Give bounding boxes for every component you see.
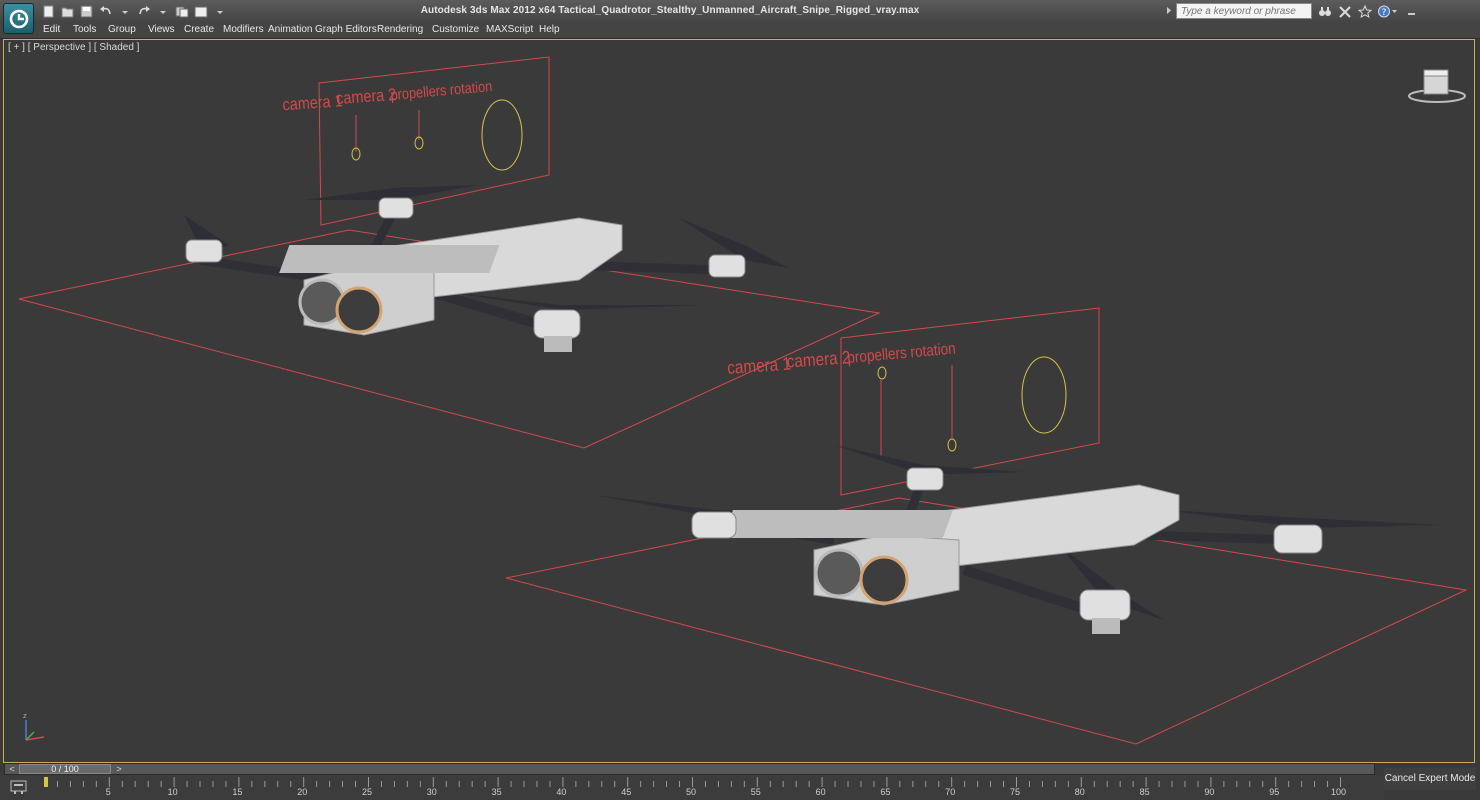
svg-text:?: ? <box>1382 8 1387 18</box>
ruler-tick-label: 100 <box>1331 787 1347 797</box>
viewcube-icon[interactable] <box>1408 69 1466 103</box>
menu-bar: Edit Tools Group Views Create Modifiers … <box>0 22 1480 39</box>
perspective-viewport[interactable]: [ + ] [ Perspective ] [ Shaded ] camera … <box>3 39 1475 763</box>
app-logo-icon[interactable] <box>3 3 34 34</box>
ruler-tick-label: 80 <box>1074 787 1085 797</box>
ruler-tick-label: 35 <box>491 787 502 797</box>
favorites-icon[interactable] <box>1356 3 1373 19</box>
menu-edit[interactable]: Edit <box>43 24 60 35</box>
panel-b-camera1-label: camera 1 <box>727 353 792 378</box>
time-slider-thumb[interactable]: 0 / 100 <box>19 764 111 774</box>
panel-b-propellers-label: propellers rotation <box>847 341 957 368</box>
infocenter-toolbar: ? <box>1316 3 1420 19</box>
menu-tools[interactable]: Tools <box>73 24 96 35</box>
menu-modifiers[interactable]: Modifiers <box>223 24 264 35</box>
dropdown-icon[interactable] <box>211 3 228 19</box>
panel-a-camera1-label: camera 1 <box>282 92 343 114</box>
menu-customize[interactable]: Customize <box>432 24 479 35</box>
minimize-icon[interactable] <box>1403 3 1420 19</box>
new-file-icon[interactable] <box>40 3 57 19</box>
help-icon[interactable]: ? <box>1376 3 1400 19</box>
open-file-icon[interactable] <box>59 3 76 19</box>
cancel-expert-mode-button[interactable]: Cancel Expert Mode <box>1384 768 1476 790</box>
ruler-tick-label: 55 <box>750 787 761 797</box>
menu-graph-editors[interactable]: Graph Editors <box>315 24 377 35</box>
drone-model-a[interactable] <box>184 185 789 352</box>
track-bar-icon[interactable] <box>10 779 28 798</box>
ruler-tick-label: 90 <box>1204 787 1215 797</box>
menu-animation[interactable]: Animation <box>268 24 312 35</box>
menu-group[interactable]: Group <box>108 24 136 35</box>
menu-rendering[interactable]: Rendering <box>377 24 423 35</box>
ruler-tick-label: 30 <box>426 787 437 797</box>
svg-text:z: z <box>23 712 27 720</box>
ruler-tick-label: 60 <box>815 787 826 797</box>
ruler-tick-label: 10 <box>167 787 178 797</box>
axis-tripod-icon: z <box>23 712 45 741</box>
ruler-tick-label: 85 <box>1139 787 1150 797</box>
dropdown-icon[interactable] <box>116 3 133 19</box>
title-bar: Autodesk 3ds Max 2012 x64 Tactical_Quadr… <box>0 0 1480 23</box>
quick-access-toolbar <box>40 3 228 19</box>
project-icon[interactable] <box>173 3 190 19</box>
current-frame-marker[interactable] <box>44 777 48 787</box>
search-input[interactable] <box>1176 3 1312 19</box>
window-icon[interactable] <box>192 3 209 19</box>
panel-b-camera1-slider[interactable] <box>877 366 887 380</box>
ruler-tick-label: 20 <box>297 787 308 797</box>
menu-views[interactable]: Views <box>148 24 175 35</box>
ruler-tick-label: 45 <box>621 787 632 797</box>
ruler-tick-label: 15 <box>232 787 243 797</box>
panel-a-propellers-dial[interactable] <box>481 99 523 171</box>
time-slider[interactable]: < 0 / 100 > <box>4 763 1375 775</box>
ruler-tick-label: 65 <box>880 787 891 797</box>
dropdown-icon[interactable] <box>154 3 171 19</box>
binoculars-icon[interactable] <box>1316 3 1333 19</box>
panel-a-camera2-label: camera 2 <box>336 86 397 108</box>
save-icon[interactable] <box>78 3 95 19</box>
connect-icon[interactable] <box>1336 3 1353 19</box>
panel-b-propellers-dial[interactable] <box>1021 356 1067 434</box>
panel-b-camera2-slider[interactable] <box>947 438 957 452</box>
panel-a-propellers-label: propellers rotation <box>390 77 493 103</box>
track-bar[interactable]: 5 10 15 20 25 30 35 40 45 50 55 60 65 70 75 80 85 90 95 100 <box>0 775 1384 800</box>
search-expand-icon[interactable] <box>1166 6 1172 18</box>
ruler-tick-label: 5 <box>105 787 111 797</box>
ruler-tick-label: 50 <box>686 787 697 797</box>
ruler-tick-label: 95 <box>1269 787 1280 797</box>
menu-maxscript[interactable]: MAXScript <box>486 24 533 35</box>
next-frame-button[interactable]: > <box>112 763 126 775</box>
menu-create[interactable]: Create <box>184 24 214 35</box>
redo-icon[interactable] <box>135 3 152 19</box>
ruler-ticks <box>44 777 1341 787</box>
drone-model-b[interactable] <box>594 445 1439 634</box>
ruler-tick-label: 75 <box>1010 787 1021 797</box>
ruler-tick-label: 40 <box>556 787 567 797</box>
prev-frame-button[interactable]: < <box>5 763 19 775</box>
ruler-tick-label: 70 <box>945 787 956 797</box>
ruler-tick-label: 25 <box>362 787 373 797</box>
menu-help[interactable]: Help <box>539 24 560 35</box>
scene-canvas: camera 1 camera 2 propellers rotation ca… <box>18 56 1468 745</box>
undo-icon[interactable] <box>97 3 114 19</box>
